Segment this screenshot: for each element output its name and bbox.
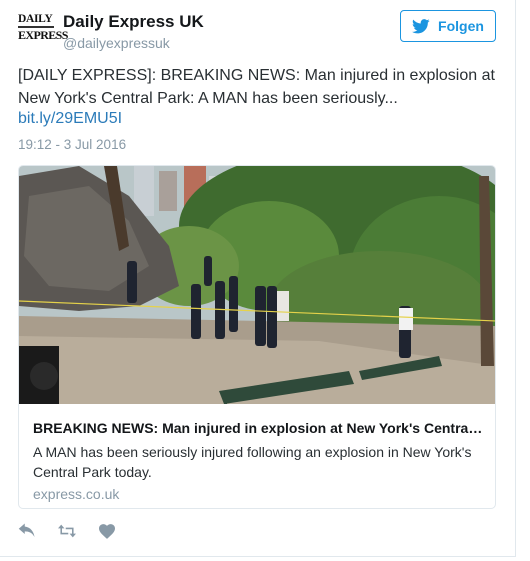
news-photo[interactable] (19, 166, 496, 404)
link-preview-text: BREAKING NEWS: Man injured in explosion … (19, 404, 495, 508)
twitter-bird-icon (412, 18, 430, 33)
like-button[interactable] (98, 522, 116, 540)
tweet-text: [DAILY EXPRESS]: BREAKING NEWS: Man inju… (18, 67, 495, 107)
retweet-button[interactable] (58, 522, 76, 540)
avatar-logo-line1: DAILY (18, 13, 53, 25)
author-handle[interactable]: @dailyexpressuk (63, 35, 170, 51)
link-preview-description: A MAN has been seriously injured followi… (33, 444, 472, 480)
follow-button-label: Folgen (438, 18, 484, 34)
heart-icon (99, 523, 115, 539)
tweet-link[interactable]: bit.ly/29EMU5I (18, 110, 122, 128)
follow-button[interactable]: Folgen (400, 10, 496, 42)
tweet-actions (18, 522, 116, 540)
avatar[interactable]: DAILY EXPRESS (18, 11, 68, 47)
link-preview-card[interactable]: BREAKING NEWS: Man injured in explosion … (18, 165, 496, 509)
link-preview-domain: express.co.uk (33, 486, 120, 502)
retweet-icon (58, 524, 76, 538)
tweet-timestamp[interactable]: 19:12 - 3 Jul 2016 (18, 137, 126, 152)
author-display-name[interactable]: Daily Express UK (63, 12, 204, 32)
reply-icon (18, 523, 35, 537)
tweet-card: DAILY EXPRESS Daily Express UK @dailyexp… (0, 0, 516, 557)
link-preview-title[interactable]: BREAKING NEWS: Man injured in explosion … (33, 420, 483, 436)
avatar-logo-line2: EXPRESS (18, 28, 68, 42)
reply-button[interactable] (18, 522, 36, 540)
